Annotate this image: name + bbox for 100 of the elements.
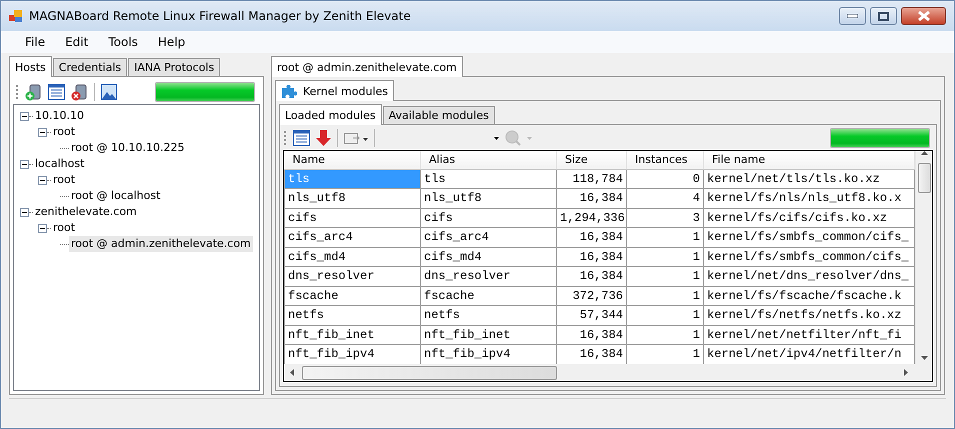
table-cell: kernel/fs/smbfs_common/cifs_	[704, 247, 914, 266]
table-cell: 1	[626, 266, 704, 286]
table-cell: netfs	[284, 306, 420, 325]
tree-item[interactable]: root	[51, 124, 78, 140]
app-icon	[9, 10, 23, 22]
table-cell: 372,736	[556, 286, 626, 306]
puzzle-icon	[281, 85, 297, 99]
table-cell: tls	[420, 169, 556, 188]
tree-item[interactable]: root @ localhost	[69, 188, 162, 204]
column-header[interactable]: Alias	[420, 151, 556, 169]
maximize-button[interactable]	[870, 7, 897, 25]
scroll-right-icon[interactable]	[904, 369, 908, 376]
list-view-icon[interactable]	[48, 84, 65, 100]
table-cell: 16,384	[556, 228, 626, 247]
tab[interactable]: Kernel modules	[275, 80, 394, 101]
table-cell: dns_resolver	[420, 266, 556, 286]
tree-item[interactable]: zenithelevate.com	[33, 204, 139, 220]
table-cell: nft_fib_inet	[420, 325, 556, 344]
collapse-icon[interactable]	[38, 224, 47, 232]
collapse-icon[interactable]	[38, 176, 47, 184]
scroll-down-icon[interactable]	[920, 356, 928, 360]
remove-server-icon[interactable]	[71, 84, 88, 100]
table-cell: 3	[626, 208, 704, 228]
table-cell: fscache	[284, 286, 420, 306]
table-cell: 1	[626, 286, 704, 306]
table-cell: 1,294,336	[556, 208, 626, 228]
table-cell: kernel/fs/smbfs_common/cifs_	[704, 228, 914, 247]
table-cell: kernel/fs/nls/nls_utf8.ko.x	[704, 188, 914, 208]
table-cell: 1	[626, 306, 704, 325]
menu-item[interactable]: Edit	[55, 33, 98, 51]
tab[interactable]: Loaded modules	[279, 104, 382, 125]
tree-item[interactable]: root	[51, 220, 78, 236]
scroll-thumb[interactable]	[918, 163, 930, 193]
tab[interactable]: Available modules	[382, 106, 495, 124]
window-title: MAGNABoard Remote Linux Firewall Manager by Zenith Elevate	[29, 8, 411, 25]
close-icon	[916, 11, 930, 21]
table-cell: 118,784	[556, 169, 626, 188]
table-cell: 16,384	[556, 247, 626, 266]
collapse-icon[interactable]	[20, 160, 29, 168]
list-view-icon[interactable]	[293, 130, 310, 146]
table-cell: tls	[284, 169, 420, 188]
column-header[interactable]: Instances	[626, 151, 704, 169]
tab[interactable]: IANA Protocols	[128, 58, 220, 76]
column-header[interactable]: Size	[556, 151, 626, 169]
scroll-thumb[interactable]	[302, 366, 557, 380]
menu-item[interactable]: File	[15, 33, 56, 51]
tab[interactable]: Hosts	[9, 56, 52, 77]
collapse-icon[interactable]	[20, 112, 29, 120]
tree-item[interactable]: localhost	[33, 156, 86, 172]
table-cell: 16,384	[556, 266, 626, 286]
table-cell: kernel/fs/cifs/cifs.ko.xz	[704, 208, 914, 228]
tree-item[interactable]: root	[51, 172, 78, 188]
table-cell: 4	[626, 188, 704, 208]
collapse-icon[interactable]	[20, 208, 29, 216]
horizontal-scrollbar[interactable]	[284, 364, 932, 381]
table-cell: netfs	[420, 306, 556, 325]
table-cell: 16,384	[556, 188, 626, 208]
tree-item[interactable]: root @ admin.zenithelevate.com	[69, 236, 253, 252]
table-cell: kernel/fs/fscache/fscache.k	[704, 286, 914, 306]
table-cell: 1	[626, 325, 704, 344]
minimize-icon	[847, 14, 858, 18]
table-cell: 57,344	[556, 306, 626, 325]
tab[interactable]: root @ admin.zenithelevate.com	[271, 56, 463, 77]
close-button[interactable]	[901, 7, 946, 25]
table-cell: cifs_arc4	[420, 228, 556, 247]
table-cell: kernel/net/dns_resolver/dns_	[704, 266, 914, 286]
scroll-left-icon[interactable]	[290, 369, 294, 376]
table-cell: cifs	[284, 208, 420, 228]
tree-item[interactable]: root @ 10.10.10.225	[69, 140, 187, 156]
export-dropdown-icon[interactable]	[344, 131, 368, 145]
minimize-button[interactable]	[839, 7, 866, 25]
dropdown-arrow-icon	[494, 136, 499, 140]
table-cell: kernel/fs/netfs/netfs.ko.xz	[704, 306, 914, 325]
tree-item[interactable]: 10.10.10	[33, 108, 86, 124]
table-cell: dns_resolver	[284, 266, 420, 286]
table-cell: kernel/net/netfilter/nft_fi	[704, 325, 914, 344]
table-cell: 1	[626, 228, 704, 247]
table-cell: nft_fib_inet	[284, 325, 420, 344]
maximize-icon	[878, 12, 889, 20]
tab[interactable]: Credentials	[52, 58, 128, 76]
table-cell: cifs_arc4	[284, 228, 420, 247]
table-cell: 0	[626, 169, 704, 188]
table-cell: nls_utf8	[420, 188, 556, 208]
table-cell: 16,384	[556, 325, 626, 344]
menu-item[interactable]: Help	[148, 33, 196, 51]
vertical-scrollbar[interactable]	[915, 151, 932, 364]
table-cell: cifs	[420, 208, 556, 228]
table-cell: fscache	[420, 286, 556, 306]
table-cell: kernel/net/tls/tls.ko.xz	[704, 169, 914, 188]
column-header[interactable]: Name	[284, 151, 420, 169]
image-icon[interactable]	[101, 84, 117, 100]
table-cell: cifs_md4	[284, 247, 420, 266]
table-cell: 1	[626, 247, 704, 266]
download-arrow-icon[interactable]	[316, 130, 331, 146]
column-header[interactable]: File name	[704, 151, 914, 169]
add-server-icon[interactable]	[25, 84, 42, 100]
collapse-icon[interactable]	[38, 128, 47, 136]
scroll-up-icon[interactable]	[920, 151, 928, 155]
table-cell: nls_utf8	[284, 188, 420, 208]
menu-item[interactable]: Tools	[98, 33, 148, 51]
